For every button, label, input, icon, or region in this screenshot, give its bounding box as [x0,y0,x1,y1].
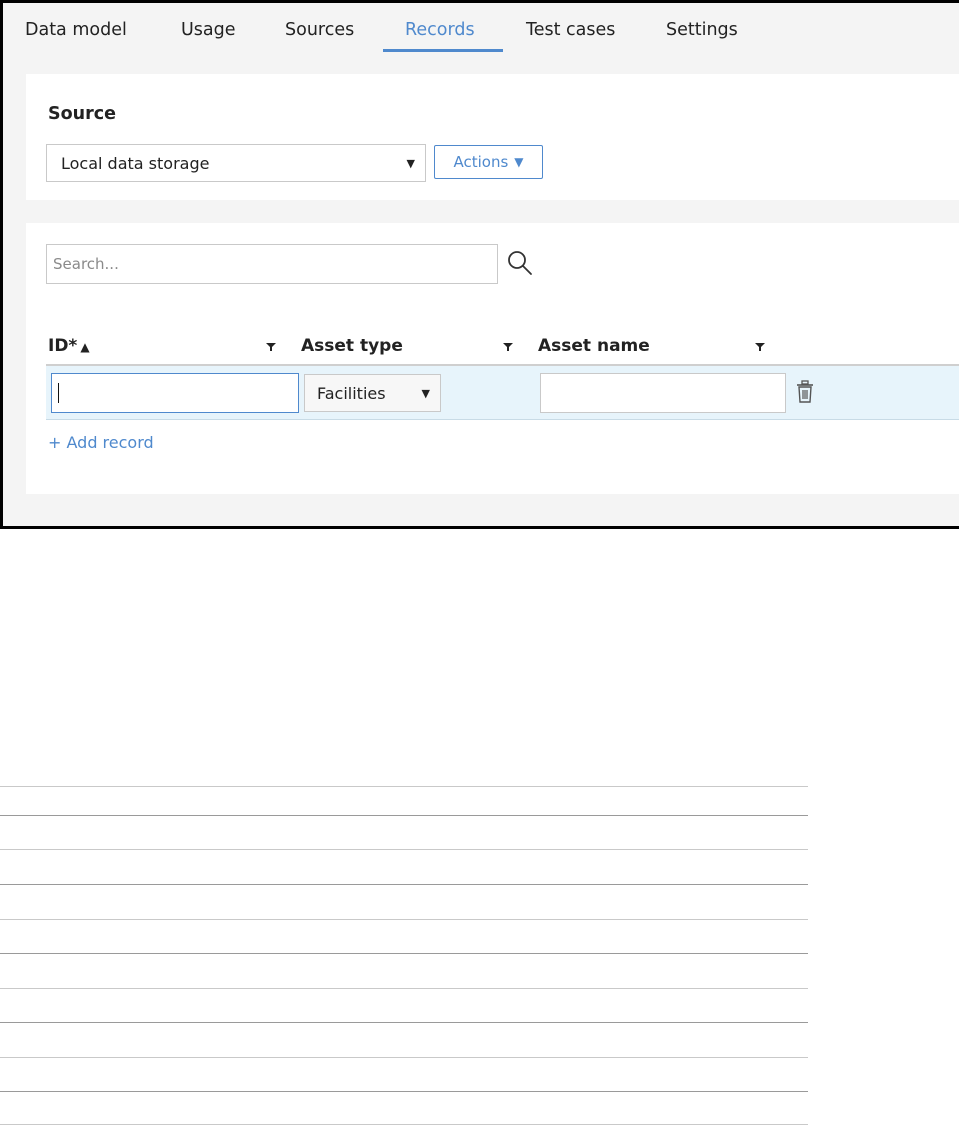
ruled-line [0,849,808,850]
ruled-line [0,786,808,787]
tab-usage[interactable]: Usage [181,20,236,40]
trash-icon[interactable] [796,380,814,404]
triangle-down-icon: ▼ [514,155,524,169]
tab-test-cases[interactable]: Test cases [526,20,615,40]
column-header-id[interactable]: ID* ▲ [48,336,90,356]
sort-ascending-icon[interactable]: ▲ [80,340,89,354]
source-heading: Source [48,104,116,124]
ruled-line [0,1091,808,1092]
app-window: Data model Usage Sources Records Test ca… [0,0,959,529]
column-header-id-label: ID* [48,336,78,356]
actions-button[interactable]: Actions ▼ [434,145,543,179]
source-select-value: Local data storage [61,153,210,173]
ruled-line [0,919,808,920]
tab-records[interactable]: Records [405,20,475,40]
records-card: ID*▲ Asset type Asset name Facilities ▼ [26,223,959,494]
table-row: Facilities ▼ [46,366,959,420]
search-input[interactable] [46,244,498,284]
actions-button-label: Actions [453,153,509,171]
asset-type-value: Facilities [317,383,386,403]
filter-icon[interactable] [266,342,276,352]
caret-down-icon: ▼ [421,386,430,400]
ruled-line [0,988,808,989]
asset-name-field[interactable] [540,373,786,413]
ruled-line [0,1124,808,1125]
column-header-asset-name[interactable]: Asset name [538,336,650,356]
source-card: Source Local data storage ▼ Actions ▼ [26,74,959,200]
ruled-line [0,1057,808,1058]
tab-bar: Data model Usage Sources Records Test ca… [3,3,959,54]
tab-sources[interactable]: Sources [285,20,354,40]
search-icon[interactable] [506,249,534,277]
active-tab-indicator [383,49,503,52]
ruled-line [0,884,808,885]
filter-icon[interactable] [755,342,765,352]
tab-settings[interactable]: Settings [666,20,738,40]
tab-data-model[interactable]: Data model [25,20,127,40]
filter-icon[interactable] [503,342,513,352]
ruled-line [0,815,808,816]
ruled-line [0,1022,808,1023]
asset-type-select[interactable]: Facilities ▼ [304,374,441,412]
text-cursor [58,383,59,403]
id-field[interactable] [51,373,299,413]
caret-down-icon: ▼ [406,156,415,170]
source-select[interactable]: Local data storage ▼ [46,144,426,182]
add-record-link[interactable]: + Add record [48,433,154,452]
column-header-asset-type[interactable]: Asset type [301,336,403,356]
ruled-line [0,953,808,954]
